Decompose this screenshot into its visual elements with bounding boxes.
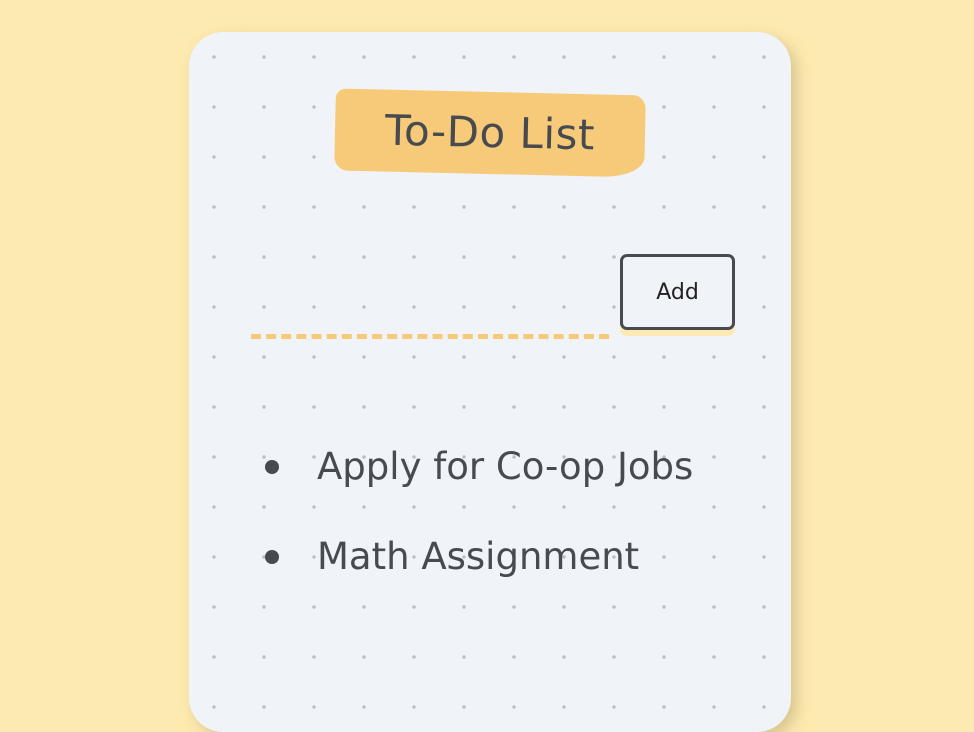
list-item[interactable]: Apply for Co-op Jobs (265, 422, 693, 512)
todo-text: Apply for Co-op Jobs (317, 445, 694, 488)
bullet-icon (265, 460, 279, 474)
todo-card: To-Do List Add Apply for Co-op Jobs Math… (189, 32, 791, 732)
title-banner: To-Do List (334, 88, 646, 178)
todo-list: Apply for Co-op Jobs Math Assignment (265, 422, 693, 602)
page-title: To-Do List (384, 105, 596, 160)
list-item[interactable]: Math Assignment (265, 512, 693, 602)
new-task-input[interactable] (251, 297, 609, 339)
add-button[interactable]: Add (620, 254, 735, 330)
bullet-icon (265, 550, 279, 564)
todo-text: Math Assignment (317, 535, 640, 578)
